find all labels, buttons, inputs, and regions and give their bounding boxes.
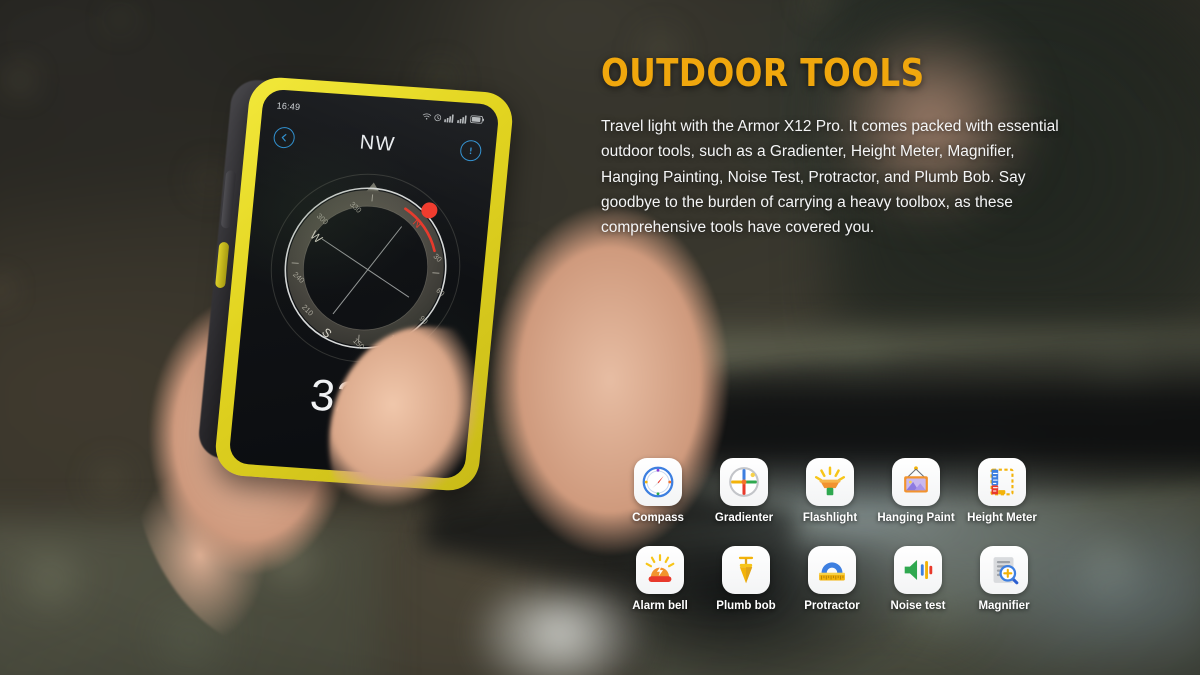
gradienter-icon [720,458,768,506]
app-icon-row-2: Alarm bell Plumb bob Protractor Noise te… [617,546,1077,612]
app-hanging-painting[interactable]: Hanging Paint [873,458,959,524]
info-button[interactable] [459,138,483,162]
alarm-icon [434,113,442,121]
app-icon-row-1: Compass Gradienter Flashlight Hanging Pa… [615,458,1077,524]
compass-icon [634,458,682,506]
app-gradienter[interactable]: Gradienter [701,458,787,524]
app-label: Magnifier [978,600,1030,612]
status-indicators [422,111,485,124]
app-icon-grid: Compass Gradienter Flashlight Hanging Pa… [607,458,1077,612]
app-alarm-bell[interactable]: Alarm bell [617,546,703,612]
app-label: Noise test [890,600,946,612]
alarm-bell-icon [636,546,684,594]
protractor-icon [808,546,856,594]
signal-icon-secondary [457,114,467,124]
copy-block: OUTDOOR TOOLS Travel light with the Armo… [601,54,1081,240]
plumb-bob-icon [722,546,770,594]
app-label: Plumb bob [716,600,776,612]
app-plumb-bob[interactable]: Plumb bob [703,546,789,612]
signal-icon [444,114,454,123]
app-magnifier[interactable]: Magnifier [961,546,1047,612]
info-icon [469,146,472,154]
status-time: 16:49 [276,100,301,113]
noise-test-icon [894,546,942,594]
app-height-meter[interactable]: Height Meter [959,458,1045,524]
page-title: OUTDOOR TOOLS [601,51,925,95]
body-paragraph: Travel light with the Armor X12 Pro. It … [601,118,1059,236]
app-label: Hanging Paint [877,512,955,524]
app-label: Alarm bell [632,600,688,612]
flashlight-icon [806,458,854,506]
app-flashlight[interactable]: Flashlight [787,458,873,524]
app-label: Compass [632,512,684,524]
arrow-left-icon [281,133,287,142]
wifi-icon [422,112,432,120]
app-compass[interactable]: Compass [615,458,701,524]
app-label: Height Meter [967,512,1037,524]
back-button[interactable] [272,125,296,149]
app-protractor[interactable]: Protractor [789,546,875,612]
app-noise-test[interactable]: Noise test [875,546,961,612]
app-label: Protractor [804,600,860,612]
height-meter-icon [978,458,1026,506]
magnifier-icon [980,546,1028,594]
app-label: Gradienter [714,512,774,524]
hanging-painting-icon [892,458,940,506]
app-label: Flashlight [802,512,858,524]
battery-icon [470,115,485,124]
compass-heading-label: NW [358,130,397,156]
